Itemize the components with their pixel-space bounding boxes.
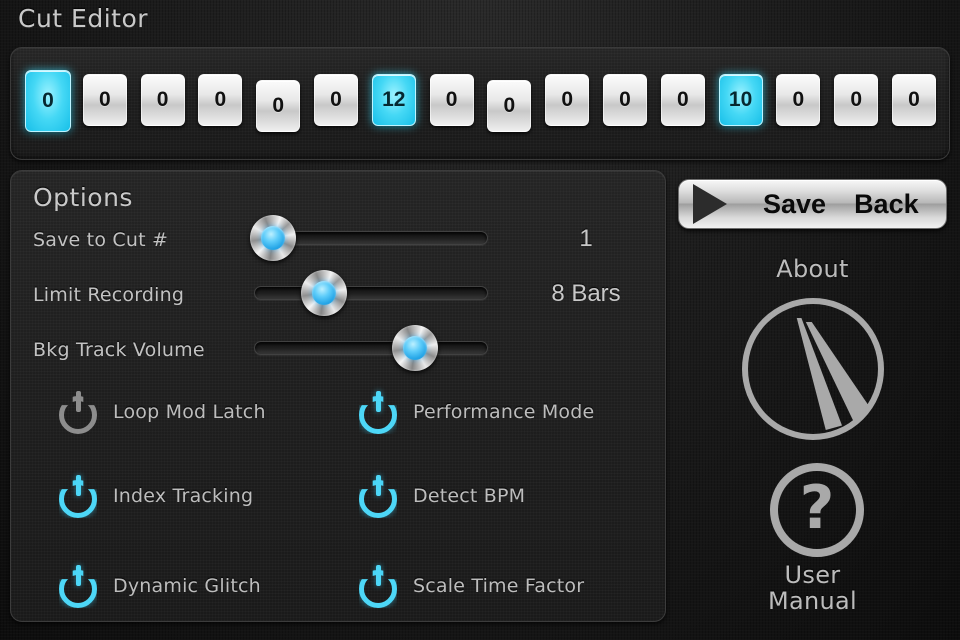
cut-slot-4[interactable]: 0: [198, 74, 243, 126]
slider-limit-recording[interactable]: [254, 270, 488, 316]
cut-slot-5[interactable]: 0: [256, 80, 301, 132]
slider-track: [254, 341, 488, 355]
options-heading: Options: [33, 183, 133, 212]
cut-editor-screen: Cut Editor 0 0 0 0 0 0 12 0 0 0 0 0 10 0 0 0 Options Sa…: [0, 0, 960, 640]
user-manual-line2: Manual: [767, 587, 857, 615]
toggle-label: Scale Time Factor: [413, 575, 585, 597]
toggle-label: Dynamic Glitch: [113, 575, 261, 597]
user-manual-line1: User: [784, 561, 841, 589]
slider-thumb[interactable]: [301, 270, 348, 316]
about-label: About: [776, 255, 849, 283]
cut-slot-9[interactable]: 0: [487, 80, 532, 132]
slider-label-bkg-track-volume: Bkg Track Volume: [33, 339, 205, 361]
toggle-label: Detect BPM: [413, 485, 526, 507]
cut-slot-6[interactable]: 0: [314, 74, 358, 126]
slider-label-save-to-cut: Save to Cut #: [33, 229, 169, 251]
play-triangle-icon: [693, 184, 727, 224]
cut-slot-13[interactable]: 10: [718, 74, 763, 126]
power-bar: [375, 565, 381, 586]
page-title: Cut Editor: [18, 4, 149, 33]
slider-thumb[interactable]: [249, 215, 296, 261]
toggle-performance-mode[interactable]: Performance Mode: [355, 389, 594, 435]
cut-slot-2[interactable]: 0: [82, 74, 127, 126]
cut-slot-panel: 0 0 0 0 0 0 12 0 0 0 0 0 10 0 0 0: [10, 47, 950, 160]
options-panel: Options Save to Cut # 1 Limit Recording 8 B…: [10, 170, 666, 622]
question-mark-glyph: ?: [799, 473, 835, 543]
power-icon: [55, 563, 101, 609]
slider-bkg-track-volume[interactable]: [254, 325, 488, 371]
power-bar: [375, 391, 381, 412]
slider-save-to-cut[interactable]: [249, 215, 488, 261]
power-bar: [375, 475, 381, 496]
slider-track: [254, 286, 488, 300]
cut-slot-row: 0 0 0 0 0 0 12 0 0 0 0 0 10 0 0 0: [25, 48, 939, 159]
toggle-label: Index Tracking: [113, 485, 254, 507]
cut-slot-11[interactable]: 0: [603, 74, 647, 126]
cut-slot-12[interactable]: 0: [660, 74, 705, 126]
cut-slot-8[interactable]: 0: [429, 74, 474, 126]
power-bar: [75, 565, 81, 586]
toggle-detect-bpm[interactable]: Detect BPM: [355, 473, 525, 519]
question-mark-icon[interactable]: ?: [770, 463, 864, 557]
cut-slot-16[interactable]: 0: [892, 74, 936, 126]
user-manual-label: User Manual: [678, 562, 947, 614]
power-bar: [75, 391, 81, 412]
cut-slot-3[interactable]: 0: [140, 74, 185, 126]
toggle-dynamic-glitch[interactable]: Dynamic Glitch: [55, 563, 261, 609]
save-back-button[interactable]: Save Back: [678, 179, 947, 229]
cut-slot-1[interactable]: 0: [25, 70, 71, 132]
power-icon: [355, 473, 401, 519]
power-icon: [55, 389, 101, 435]
cut-slot-14[interactable]: 0: [776, 74, 821, 126]
toggle-index-tracking[interactable]: Index Tracking: [55, 473, 253, 519]
toggle-loop-mod-latch[interactable]: Loop Mod Latch: [55, 389, 266, 435]
slider-thumb[interactable]: [392, 325, 439, 371]
power-icon: [355, 389, 401, 435]
save-label: Save: [763, 188, 827, 219]
toggle-label: Loop Mod Latch: [113, 401, 266, 423]
slider-value-save-to-cut: 1: [579, 225, 593, 252]
back-label: Back: [854, 188, 919, 219]
cut-slot-7[interactable]: 12: [371, 74, 416, 126]
about-logo-icon[interactable]: [742, 298, 884, 440]
slider-value-limit-recording: 8 Bars: [551, 280, 621, 307]
power-icon: [55, 473, 101, 519]
slider-label-limit-recording: Limit Recording: [33, 284, 185, 306]
power-bar: [75, 475, 81, 496]
power-icon: [355, 563, 401, 609]
cut-slot-15[interactable]: 0: [834, 74, 879, 126]
cut-slot-10[interactable]: 0: [545, 74, 590, 126]
toggle-scale-time-factor[interactable]: Scale Time Factor: [355, 563, 584, 609]
toggle-label: Performance Mode: [413, 401, 595, 423]
